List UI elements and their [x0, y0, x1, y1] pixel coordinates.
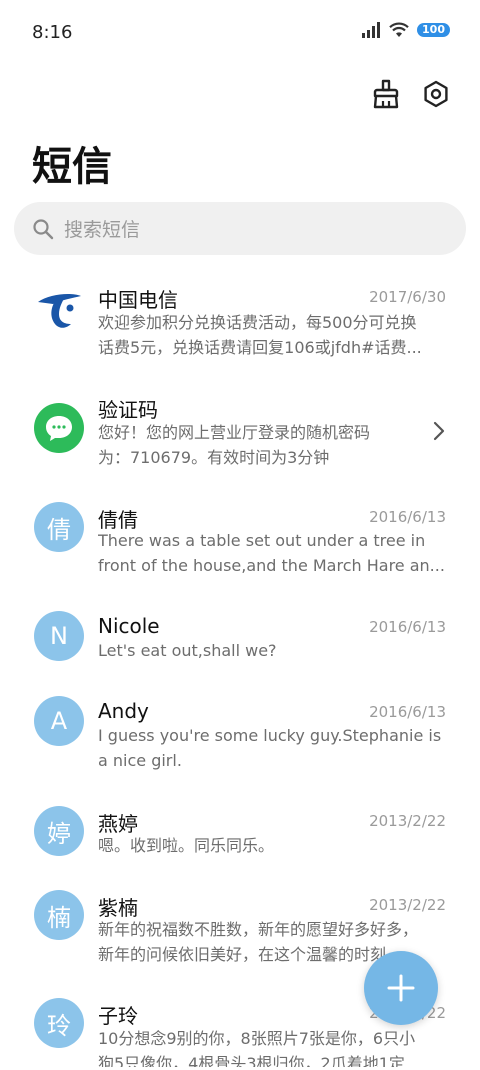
battery-icon: 100 [417, 23, 450, 37]
contact-name: 子玲 [98, 1004, 138, 1028]
message-snippet: 新年的祝福数不胜数，新年的愿望好多好多， [98, 920, 419, 939]
conversation-date: 2016/6/13 [369, 703, 446, 721]
message-snippet: 狗5只像你，4根骨头3根归你，2爪着地1定 [98, 1054, 405, 1067]
message-snippet: 您好！您的网上营业厅登录的随机密码 [98, 423, 371, 442]
message-snippet: a nice girl. [98, 751, 182, 770]
avatar [34, 403, 84, 453]
conversation-row[interactable]: 倩 倩倩 2016/6/13 There was a table set out… [0, 488, 480, 598]
avatar: 玲 [34, 998, 84, 1048]
compose-button[interactable] [364, 951, 438, 1025]
avatar: N [34, 611, 84, 661]
contact-name: Andy [98, 699, 149, 723]
search-placeholder: 搜索短信 [64, 219, 141, 241]
status-bar: 8:16 100 [0, 0, 480, 68]
conversation-row[interactable]: 婷 燕婷 2013/2/22 嗯。收到啦。同乐同乐。 [0, 798, 480, 893]
chevron-right-icon [433, 421, 445, 441]
settings-button[interactable] [420, 78, 452, 110]
conversation-date: 2013/2/22 [369, 812, 446, 830]
search-input[interactable]: 搜索短信 [14, 202, 466, 255]
message-icon [46, 416, 72, 441]
signal-icon [362, 22, 381, 38]
status-icons: 100 [361, 22, 450, 38]
page-title: 短信 [32, 144, 112, 190]
conversation-row[interactable]: 验证码 您好！您的网上营业厅登录的随机密码 为：710679。有效时间为3分钟 [0, 378, 480, 488]
contact-name: Nicole [98, 614, 160, 638]
avatar: 楠 [34, 890, 84, 940]
avatar: 倩 [34, 502, 84, 552]
conversation-row[interactable]: 中国电信 2017/6/30 欢迎参加积分兑换话费活动，每500分可兑换 话费5… [0, 268, 480, 378]
search-icon [33, 218, 54, 239]
message-snippet: front of the house,and the March Hare an… [98, 556, 445, 575]
message-snippet: I guess you're some lucky guy.Stephanie … [98, 726, 442, 745]
message-snippet: Let's eat out,shall we? [98, 641, 277, 660]
avatar [34, 283, 84, 333]
china-telecom-logo [38, 294, 81, 328]
settings-icon [424, 80, 448, 108]
contact-name: 验证码 [98, 398, 158, 422]
contact-name: 中国电信 [98, 288, 178, 312]
message-snippet: 话费5元，兑换话费请回复106或jfdh#话费... [98, 338, 422, 357]
message-snippet: 为：710679。有效时间为3分钟 [98, 448, 330, 467]
status-time: 8:16 [32, 22, 73, 43]
conversation-date: 2016/6/13 [369, 508, 446, 526]
conversation-date: 2017/6/30 [369, 288, 446, 306]
conversation-row[interactable]: N Nicole 2016/6/13 Let's eat out,shall w… [0, 598, 480, 688]
message-snippet: There was a table set out under a tree i… [98, 531, 426, 550]
conversation-date: 2016/6/13 [369, 618, 446, 636]
avatar: A [34, 696, 84, 746]
message-snippet: 欢迎参加积分兑换话费活动，每500分可兑换 [98, 313, 417, 332]
message-snippet: 嗯。收到啦。同乐同乐。 [98, 836, 275, 855]
conversation-row[interactable]: A Andy 2016/6/13 I guess you're some luc… [0, 688, 480, 798]
toolbar [370, 78, 452, 110]
wifi-icon [389, 22, 409, 37]
plus-icon [387, 974, 415, 1002]
broom-icon [373, 79, 399, 109]
avatar: 婷 [34, 806, 84, 856]
message-snippet: 10分想念9别的你，8张照片7张是你，6只小 [98, 1029, 416, 1048]
clean-button[interactable] [370, 78, 402, 110]
conversation-date: 2013/2/22 [369, 896, 446, 914]
